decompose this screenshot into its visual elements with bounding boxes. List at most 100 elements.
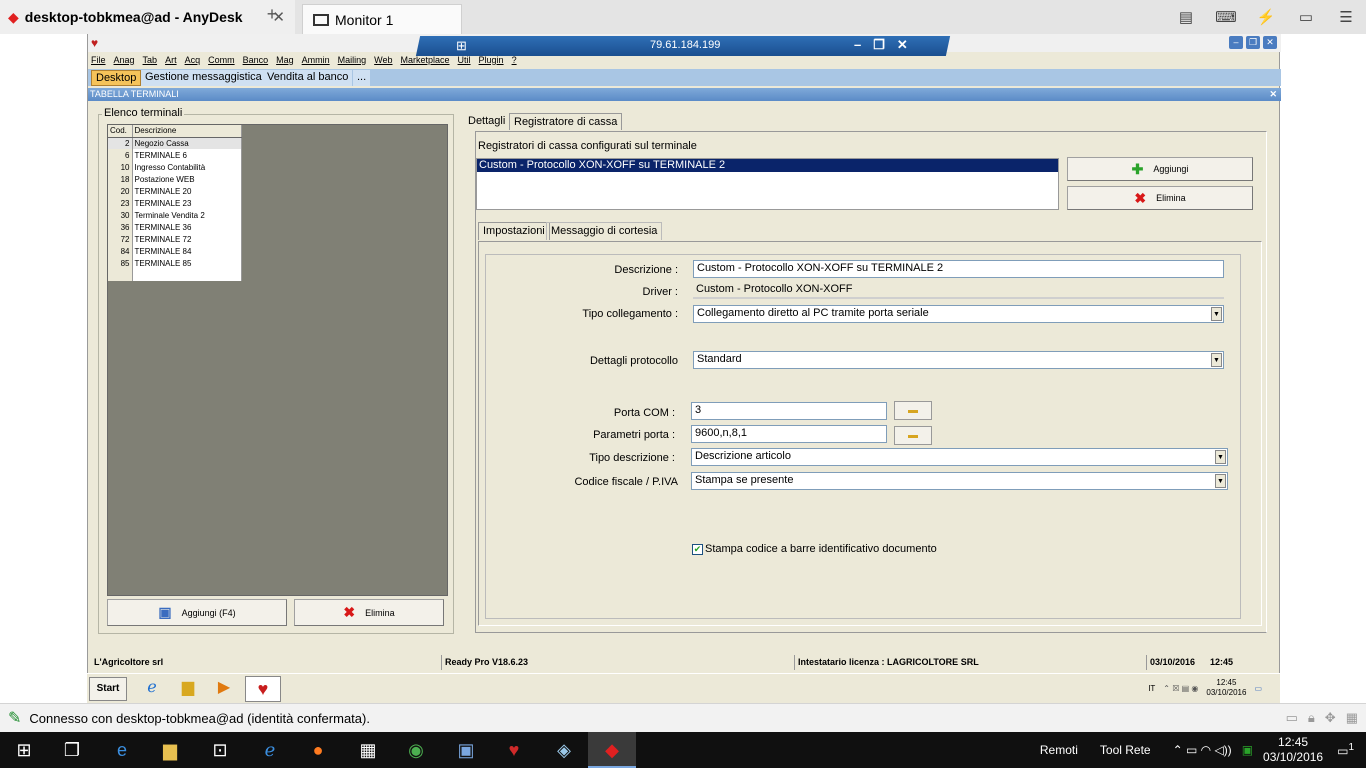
column-header-cod[interactable]: Cod. <box>108 125 133 138</box>
menu-banco[interactable]: Banco <box>243 55 269 65</box>
calculator-icon[interactable]: ▦ <box>344 732 392 768</box>
tab-registratore-di-cassa[interactable]: Registratore di cassa <box>509 113 623 130</box>
table-row[interactable]: 6 TERMINALE 6 <box>108 149 242 161</box>
restore-icon[interactable]: ❐ <box>1246 36 1260 49</box>
app-icon[interactable]: ◈ <box>540 732 588 768</box>
checkmark-icon[interactable]: ✔ <box>692 543 703 555</box>
windows-start-icon[interactable]: ⊞ <box>0 732 48 768</box>
anydesk-icon[interactable]: ◆ <box>588 732 636 768</box>
folder-icon[interactable]: ▆ <box>175 677 201 701</box>
monitor-tab[interactable]: Monitor 1 <box>302 4 462 34</box>
delete-registratore-button[interactable]: ✖ Elimina <box>1067 186 1253 210</box>
internet-explorer-icon[interactable]: ℯ <box>246 732 294 768</box>
tipo-descrizione-select[interactable]: Descrizione articolo ▼ <box>691 448 1228 466</box>
close-form-icon[interactable]: ✕ <box>1269 88 1277 101</box>
anydesk-tray-icon[interactable]: ▣ <box>1242 743 1253 757</box>
table-row[interactable]: 72 TERMINALE 72 <box>108 233 242 245</box>
windows-clock[interactable]: 12:45 03/10/2016 <box>1263 735 1323 765</box>
menu-ammin[interactable]: Ammin <box>302 55 330 65</box>
close-icon[interactable]: ✕ <box>1263 36 1277 49</box>
menu-art[interactable]: Art <box>165 55 177 65</box>
registratore-item[interactable]: Custom - Protocollo XON-XOFF su TERMINAL… <box>477 159 1058 172</box>
menu-util[interactable]: Util <box>458 55 471 65</box>
file-explorer-icon[interactable]: ▆ <box>146 732 194 768</box>
add-registratore-button[interactable]: ✚ Aggiungi <box>1067 157 1253 181</box>
column-header-descrizione[interactable]: Descrizione <box>132 125 242 138</box>
tab-desktop[interactable]: Desktop <box>91 70 142 86</box>
desktop-icon[interactable]: ▭ <box>1254 684 1262 693</box>
menu-acq[interactable]: Acq <box>185 55 201 65</box>
tab-more[interactable]: ... <box>353 70 371 86</box>
chevron-down-icon[interactable]: ▼ <box>1215 450 1226 464</box>
chevron-down-icon[interactable]: ▼ <box>1211 353 1222 367</box>
menu-marketplace[interactable]: Marketplace <box>401 55 450 65</box>
remote-clock[interactable]: 12:45 03/10/2016 <box>1206 678 1246 698</box>
table-row[interactable]: 20 TERMINALE 20 <box>108 185 242 197</box>
tipo-collegamento-select[interactable]: Collegamento diretto al PC tramite porta… <box>693 305 1224 323</box>
menu-file[interactable]: File <box>91 55 106 65</box>
menu-mailing[interactable]: Mailing <box>338 55 367 65</box>
network-tool-icon[interactable]: ▣ <box>442 732 490 768</box>
table-row[interactable]: 30 Terminale Vendita 2 <box>108 209 242 221</box>
registratori-list[interactable]: Custom - Protocollo XON-XOFF su TERMINAL… <box>476 158 1059 210</box>
chevron-down-icon[interactable]: ▼ <box>1215 474 1226 488</box>
anydesk-session-tab[interactable]: ◆ desktop-tobkmea@ad - AnyDesk ✕ <box>0 0 295 34</box>
tray-icons[interactable]: ⌃ ☒ ▤ ◉ <box>1163 684 1198 693</box>
edge-icon[interactable]: e <box>98 732 146 768</box>
menu-tab[interactable]: Tab <box>143 55 158 65</box>
language-indicator[interactable]: IT <box>1148 684 1155 693</box>
folder-icon[interactable]: ▬ <box>894 426 932 445</box>
toolbar-remoti[interactable]: Remoti <box>1040 743 1078 757</box>
menu-plugin[interactable]: Plugin <box>479 55 504 65</box>
actions-icon[interactable]: ⚡ <box>1246 8 1286 26</box>
chat-icon[interactable]: ▤ <box>1166 8 1206 26</box>
descrizione-input[interactable]: Custom - Protocollo XON-XOFF su TERMINAL… <box>693 260 1224 278</box>
table-row[interactable]: 18 Postazione WEB <box>108 173 242 185</box>
table-row[interactable]: 2 Negozio Cassa <box>108 137 242 149</box>
strawberry-icon[interactable]: ♥ <box>490 732 538 768</box>
dettagli-protocollo-select[interactable]: Standard ▼ <box>693 351 1224 369</box>
menu-anag[interactable]: Anag <box>114 55 135 65</box>
table-row[interactable]: 85 TERMINALE 85 <box>108 257 242 269</box>
menu-web[interactable]: Web <box>374 55 392 65</box>
tab-impostazioni[interactable]: Impostazioni <box>478 222 550 240</box>
readypro-taskbar-button[interactable]: ♥ <box>245 676 281 702</box>
store-icon[interactable]: ⊡ <box>196 732 244 768</box>
new-tab-button[interactable]: + <box>262 4 282 28</box>
barcode-checkbox[interactable]: ✔ Stampa codice a barre identificativo d… <box>692 543 937 555</box>
parametri-porta-input[interactable]: 9600,n,8,1 <box>691 425 887 443</box>
delete-terminal-button[interactable]: ✖ Elimina <box>294 599 444 626</box>
firefox-icon[interactable]: ● <box>294 732 342 768</box>
table-row[interactable]: 23 TERMINALE 23 <box>108 197 242 209</box>
table-row[interactable]: 10 Ingresso Contabilità <box>108 161 242 173</box>
chevron-down-icon[interactable]: ▼ <box>1211 307 1222 321</box>
menu-icon[interactable]: ☰ <box>1326 8 1366 26</box>
tab-vendita-al-banco[interactable]: Vendita al banco <box>263 70 353 86</box>
move-icon[interactable]: ✥ <box>1325 710 1336 726</box>
restore-icon[interactable]: ❐ <box>873 37 885 53</box>
close-icon[interactable]: ✕ <box>897 37 908 53</box>
internet-explorer-icon[interactable]: ℯ <box>139 677 165 701</box>
pin-icon[interactable]: ⊞ <box>456 38 467 54</box>
table-row[interactable]: 36 TERMINALE 36 <box>108 221 242 233</box>
minimize-icon[interactable]: – <box>854 37 861 53</box>
menu-mag[interactable]: Mag <box>276 55 294 65</box>
tab-gestione-messaggistica[interactable]: Gestione messaggistica <box>141 70 266 86</box>
tab-messaggio-di-cortesia[interactable]: Messaggio di cortesia <box>546 222 663 240</box>
toolbar-tool-rete[interactable]: Tool Rete <box>1100 743 1151 757</box>
keyboard-icon[interactable]: ⌨ <box>1206 8 1246 26</box>
menu-comm[interactable]: Comm <box>208 55 235 65</box>
tab-dettagli[interactable]: Dettagli <box>464 113 509 129</box>
start-button[interactable]: Start <box>89 677 127 701</box>
tray-icons[interactable]: ⌃ ▭ ◠ ◁)) <box>1173 743 1232 757</box>
folder-icon[interactable]: ▬ <box>894 401 932 420</box>
menu-help[interactable]: ? <box>512 55 517 65</box>
screen-icon[interactable]: ▭ <box>1286 710 1298 726</box>
lock-icon[interactable]: 🔒︎ <box>1308 710 1315 726</box>
table-row[interactable]: 84 TERMINALE 84 <box>108 245 242 257</box>
porta-com-input[interactable]: 3 <box>691 402 887 420</box>
codice-fiscale-select[interactable]: Stampa se presente ▼ <box>691 472 1228 490</box>
add-terminal-button[interactable]: ▣ Aggiungi (F4) <box>107 599 287 626</box>
minimize-icon[interactable]: – <box>1229 36 1243 49</box>
network-icon[interactable]: ▦ <box>1346 710 1358 726</box>
